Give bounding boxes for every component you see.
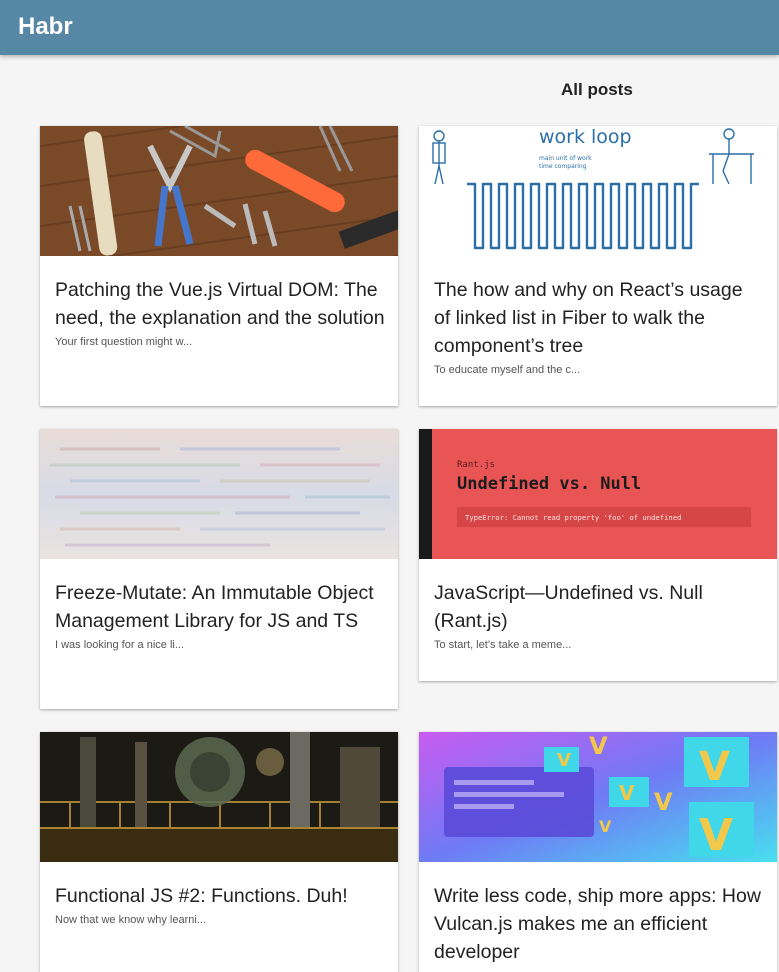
vulcan-v-icon: V bbox=[654, 788, 673, 816]
post-excerpt: Your first question might w... bbox=[55, 336, 193, 348]
vulcan-v-icon: V bbox=[699, 810, 733, 861]
vulcan-v-icon: V bbox=[619, 781, 635, 805]
post-title-link[interactable]: Patching the Vue.js Virtual DOM: The nee… bbox=[55, 276, 385, 349]
post-thumbnail-vulcan: V V V V V V V bbox=[419, 732, 777, 862]
post-title-link[interactable]: The how and why on React’s usage of link… bbox=[434, 276, 764, 377]
vulcan-v-icon: V bbox=[557, 750, 571, 771]
work-loop-line-1: main unit of work bbox=[539, 155, 592, 162]
post-thumbnail-undefined-null: Rant.js Undefined vs. Null TypeError: Ca… bbox=[419, 429, 777, 559]
post-card[interactable]: Patching the Vue.js Virtual DOM: The nee… bbox=[40, 126, 398, 406]
vulcan-v-icon: V bbox=[699, 744, 730, 790]
post-excerpt: To start, let’s take a meme... bbox=[434, 639, 572, 651]
work-loop-line-2: time comparing bbox=[539, 163, 587, 170]
vulcan-v-icon: V bbox=[599, 817, 612, 836]
brand-logo[interactable]: Habr bbox=[18, 12, 73, 42]
post-excerpt: I was looking for a nice li... bbox=[55, 639, 185, 651]
post-card[interactable]: Functional JS #2: Functions. Duh! Now th… bbox=[40, 732, 398, 972]
app-bar: Habr bbox=[0, 0, 779, 55]
post-card[interactable]: work loop main unit of work time compari… bbox=[419, 126, 777, 406]
type-error-text: TypeError: Cannot read property 'foo' of… bbox=[465, 513, 681, 522]
post-thumbnail-work-loop: work loop main unit of work time compari… bbox=[419, 126, 777, 256]
post-thumbnail-blurred-code bbox=[40, 429, 398, 559]
post-title-link[interactable]: Write less code, ship more apps: How Vul… bbox=[434, 882, 764, 969]
post-card[interactable]: V V V V V V V Write less code, ship more… bbox=[419, 732, 777, 972]
post-card[interactable]: Rant.js Undefined vs. Null TypeError: Ca… bbox=[419, 429, 777, 681]
section-title: All posts bbox=[561, 80, 633, 99]
post-title-link[interactable]: Freeze-Mutate: An Immutable Object Manag… bbox=[55, 579, 385, 652]
post-excerpt: Now that we know why learni... bbox=[55, 914, 207, 926]
undefined-null-heading: Undefined vs. Null bbox=[457, 474, 641, 494]
post-title-link[interactable]: Functional JS #2: Functions. Duh! Now th… bbox=[55, 882, 385, 927]
vulcan-v-icon: V bbox=[589, 732, 608, 760]
work-loop-heading: work loop bbox=[539, 126, 632, 148]
post-title-link[interactable]: JavaScript—Undefined vs. Null (Rant.js) … bbox=[434, 579, 764, 652]
post-card[interactable]: Freeze-Mutate: An Immutable Object Manag… bbox=[40, 429, 398, 709]
post-thumbnail-tools bbox=[40, 126, 398, 256]
rant-js-label: Rant.js bbox=[457, 460, 495, 470]
post-thumbnail-machinery bbox=[40, 732, 398, 862]
post-excerpt: To educate myself and the c... bbox=[434, 364, 581, 376]
